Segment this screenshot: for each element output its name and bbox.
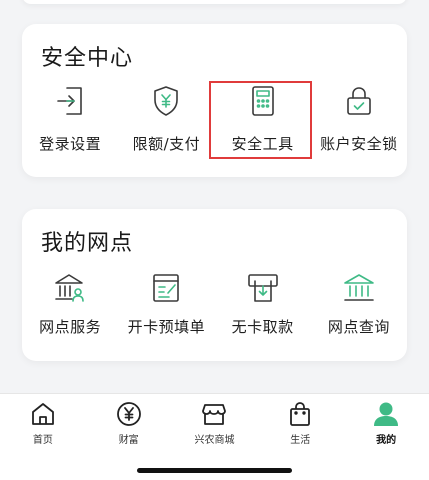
- store-icon: [199, 400, 229, 428]
- previous-card-edge: [22, 0, 407, 4]
- tab-wealth[interactable]: 财富: [86, 394, 172, 448]
- bank-service-icon: [53, 271, 87, 305]
- login-settings-item[interactable]: 登录设置: [22, 84, 118, 154]
- tab-life[interactable]: 生活: [257, 394, 343, 448]
- wealth-yuan-icon: [114, 400, 144, 428]
- security-center-title: 安全中心: [41, 46, 134, 71]
- my-branch-title: 我的网点: [41, 231, 134, 256]
- home-indicator[interactable]: [137, 468, 292, 473]
- card-prefill-item[interactable]: 开卡预填单: [118, 271, 214, 337]
- bottom-tab-bar: 首页 财富 兴农商城 生活 我的: [0, 393, 429, 480]
- branch-search-item[interactable]: 网点查询: [311, 271, 407, 337]
- security-center-card: 安全中心 登录设置 限额/支付 安全工具 账户安全锁: [22, 24, 407, 177]
- atm-withdraw-icon: [246, 271, 280, 305]
- branch-service-label: 网点服务: [39, 318, 102, 336]
- shopping-bag-icon: [285, 400, 315, 428]
- limit-payment-label: 限额/支付: [132, 135, 201, 153]
- bank-search-icon: [342, 271, 376, 305]
- tab-store[interactable]: 兴农商城: [172, 394, 258, 448]
- form-edit-icon: [149, 271, 183, 305]
- tab-mine[interactable]: 我的: [343, 394, 429, 448]
- branch-search-label: 网点查询: [327, 318, 390, 336]
- limit-payment-item[interactable]: 限额/支付: [118, 84, 214, 154]
- card-prefill-label: 开卡预填单: [127, 318, 206, 336]
- home-icon: [28, 400, 58, 428]
- security-token-icon: [246, 84, 280, 118]
- login-icon: [53, 84, 87, 118]
- branch-service-item[interactable]: 网点服务: [22, 271, 118, 337]
- tab-store-label: 兴农商城: [194, 435, 235, 446]
- security-tools-label: 安全工具: [231, 135, 294, 153]
- account-lock-item[interactable]: 账户安全锁: [311, 84, 407, 154]
- tab-wealth-label: 财富: [118, 435, 139, 446]
- account-lock-label: 账户安全锁: [320, 135, 398, 153]
- tab-home[interactable]: 首页: [0, 394, 86, 448]
- lock-icon: [342, 84, 376, 118]
- tab-mine-label: 我的: [376, 435, 397, 446]
- security-tools-item[interactable]: 安全工具: [215, 84, 311, 154]
- cardless-withdraw-label: 无卡取款: [231, 318, 294, 336]
- login-settings-label: 登录设置: [39, 135, 102, 153]
- shield-yuan-icon: [149, 84, 183, 118]
- tab-life-label: 生活: [290, 435, 311, 446]
- my-branch-card: 我的网点 网点服务 开卡预填单 无卡取款 网点查询: [22, 209, 407, 361]
- tab-home-label: 首页: [32, 435, 53, 446]
- user-icon: [371, 400, 401, 428]
- cardless-withdraw-item[interactable]: 无卡取款: [215, 271, 311, 337]
